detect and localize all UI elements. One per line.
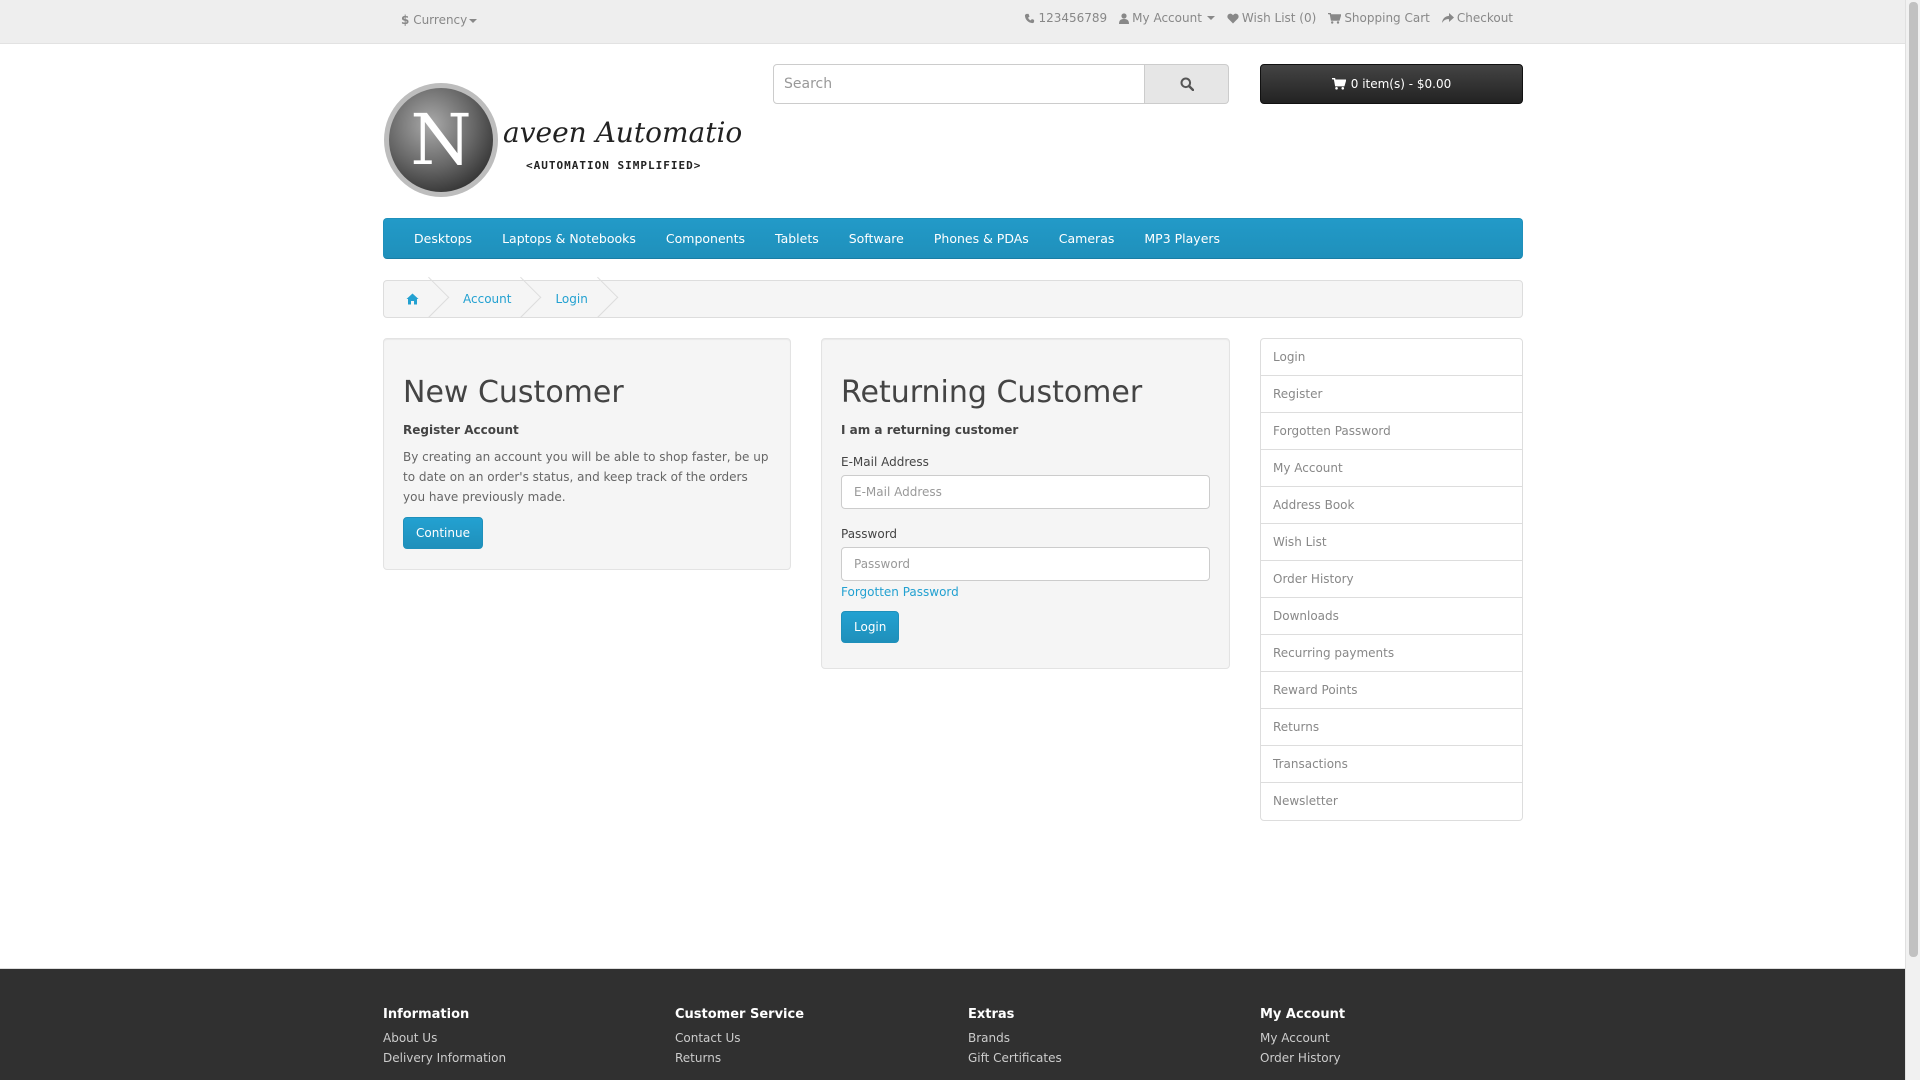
footer: Information About Us Delivery Informatio… bbox=[0, 968, 1905, 1080]
search-icon bbox=[1180, 77, 1194, 91]
new-customer-panel: New Customer Register Account By creatin… bbox=[383, 338, 791, 570]
menu-item-phones[interactable]: Phones & PDAs bbox=[919, 219, 1044, 258]
top-bar-inner: $ Currency 123456789 My Account Wish Lis… bbox=[383, 0, 1523, 44]
footer-column-customer-service: Customer Service Contact Us Returns bbox=[675, 1007, 804, 1068]
user-icon bbox=[1119, 12, 1130, 24]
cart-icon bbox=[1331, 78, 1346, 90]
sidebar-item-transactions[interactable]: Transactions bbox=[1261, 746, 1522, 783]
currency-symbol: $ bbox=[401, 13, 410, 27]
sidebar-item-login[interactable]: Login bbox=[1261, 339, 1522, 376]
new-customer-title: New Customer bbox=[403, 375, 624, 410]
footer-column-information: Information About Us Delivery Informatio… bbox=[383, 1007, 506, 1068]
breadcrumb-account[interactable]: Account bbox=[441, 281, 533, 317]
chevron-down-icon bbox=[1206, 16, 1215, 20]
logo-image: N aveen Automation Labs <AUTOMATION SIMP… bbox=[384, 83, 837, 197]
menu-item-desktops[interactable]: Desktops bbox=[399, 219, 487, 258]
sidebar-item-my-account[interactable]: My Account bbox=[1261, 450, 1522, 487]
sidebar-item-recurring-payments[interactable]: Recurring payments bbox=[1261, 635, 1522, 672]
share-icon bbox=[1441, 12, 1454, 23]
shopping-cart-link[interactable]: Shopping Cart bbox=[1328, 11, 1430, 25]
phone-number: 123456789 bbox=[1038, 11, 1108, 25]
top-bar: $ Currency 123456789 My Account Wish Lis… bbox=[0, 0, 1905, 44]
sidebar-item-register[interactable]: Register bbox=[1261, 376, 1522, 413]
search-input[interactable] bbox=[773, 64, 1146, 104]
footer-link-returns[interactable]: Returns bbox=[675, 1048, 804, 1068]
checkout-link[interactable]: Checkout bbox=[1441, 11, 1513, 25]
site-logo[interactable]: N aveen Automation Labs <AUTOMATION SIMP… bbox=[383, 82, 837, 202]
login-button[interactable]: Login bbox=[841, 611, 900, 643]
password-field[interactable] bbox=[841, 547, 1210, 581]
sidebar-item-reward-points[interactable]: Reward Points bbox=[1261, 672, 1522, 709]
chevron-down-icon bbox=[469, 18, 478, 23]
breadcrumb-home[interactable] bbox=[384, 281, 441, 317]
my-account-label: My Account bbox=[1132, 11, 1202, 25]
returning-customer-title: Returning Customer bbox=[841, 375, 1143, 410]
menu-item-software[interactable]: Software bbox=[834, 219, 919, 258]
menu-item-mp3[interactable]: MP3 Players bbox=[1129, 219, 1235, 258]
vertical-scrollbar[interactable] bbox=[1905, 0, 1920, 1080]
home-icon bbox=[406, 293, 419, 305]
cart-button[interactable]: 0 item(s) - $0.00 bbox=[1260, 64, 1523, 104]
cart-label: 0 item(s) - $0.00 bbox=[1350, 77, 1452, 91]
footer-heading: Customer Service bbox=[675, 1007, 805, 1022]
sidebar-item-newsletter[interactable]: Newsletter bbox=[1261, 783, 1522, 820]
currency-dropdown[interactable]: $ Currency bbox=[401, 13, 478, 27]
footer-link-order-history[interactable]: Order History bbox=[1260, 1048, 1345, 1068]
menu-item-tablets[interactable]: Tablets bbox=[760, 219, 834, 258]
footer-link-about-us[interactable]: About Us bbox=[383, 1028, 506, 1048]
new-customer-subtitle: Register Account bbox=[403, 423, 519, 437]
account-sidebar: Login Register Forgotten Password My Acc… bbox=[1260, 338, 1523, 821]
logo-initial: N bbox=[410, 99, 471, 181]
menu-item-cameras[interactable]: Cameras bbox=[1044, 219, 1130, 258]
shopping-cart-label: Shopping Cart bbox=[1344, 11, 1430, 25]
wish-list-link[interactable]: Wish List (0) bbox=[1227, 11, 1316, 25]
footer-link-contact-us[interactable]: Contact Us bbox=[675, 1028, 804, 1048]
menu-item-laptops[interactable]: Laptops & Notebooks bbox=[487, 219, 651, 258]
footer-link-delivery-information[interactable]: Delivery Information bbox=[383, 1048, 506, 1068]
returning-customer-subtitle: I am a returning customer bbox=[841, 423, 1019, 437]
footer-link-brands[interactable]: Brands bbox=[968, 1028, 1062, 1048]
logo-tagline: <AUTOMATION SIMPLIFIED> bbox=[526, 159, 701, 172]
breadcrumb-login[interactable]: Login bbox=[533, 281, 609, 317]
email-label: E-Mail Address bbox=[841, 455, 929, 469]
footer-link-my-account[interactable]: My Account bbox=[1260, 1028, 1345, 1048]
new-customer-description: By creating an account you will be able … bbox=[403, 450, 769, 504]
footer-link-gift-certificates[interactable]: Gift Certificates bbox=[968, 1048, 1062, 1068]
search-button[interactable] bbox=[1145, 64, 1229, 104]
my-account-dropdown[interactable]: My Account bbox=[1119, 11, 1215, 25]
main-menu: Desktops Laptops & Notebooks Components … bbox=[383, 218, 1523, 259]
sidebar-item-downloads[interactable]: Downloads bbox=[1261, 598, 1522, 635]
footer-heading: Information bbox=[383, 1007, 470, 1022]
sidebar-item-forgotten-password[interactable]: Forgotten Password bbox=[1261, 413, 1522, 450]
heart-icon bbox=[1227, 13, 1239, 23]
sidebar-item-order-history[interactable]: Order History bbox=[1261, 561, 1522, 598]
footer-heading: Extras bbox=[968, 1007, 1015, 1022]
forgotten-password-link[interactable]: Forgotten Password bbox=[841, 585, 1210, 599]
logo-text: aveen Automation Labs bbox=[503, 116, 743, 149]
wish-list-label: Wish List (0) bbox=[1241, 11, 1317, 25]
footer-column-my-account: My Account My Account Order History bbox=[1260, 1007, 1345, 1068]
scrollbar-thumb[interactable] bbox=[1909, 2, 1918, 957]
footer-column-extras: Extras Brands Gift Certificates bbox=[968, 1007, 1062, 1068]
sidebar-item-address-book[interactable]: Address Book bbox=[1261, 487, 1522, 524]
returning-customer-panel: Returning Customer I am a returning cust… bbox=[821, 338, 1230, 669]
search-group bbox=[773, 64, 1229, 104]
menu-item-components[interactable]: Components bbox=[651, 219, 760, 258]
top-links: 123456789 My Account Wish List (0) Shopp… bbox=[1024, 11, 1513, 25]
continue-button[interactable]: Continue bbox=[403, 517, 483, 549]
phone-icon bbox=[1025, 13, 1035, 23]
sidebar-item-wish-list[interactable]: Wish List bbox=[1261, 524, 1522, 561]
breadcrumb: Account Login bbox=[383, 280, 1523, 318]
email-field[interactable] bbox=[841, 475, 1210, 509]
sidebar-item-returns[interactable]: Returns bbox=[1261, 709, 1522, 746]
cart-icon bbox=[1328, 12, 1342, 24]
currency-label: Currency bbox=[413, 13, 468, 27]
footer-heading: My Account bbox=[1260, 1007, 1346, 1022]
password-label: Password bbox=[841, 527, 898, 541]
checkout-label: Checkout bbox=[1456, 11, 1513, 25]
phone-link[interactable]: 123456789 bbox=[1024, 11, 1107, 25]
